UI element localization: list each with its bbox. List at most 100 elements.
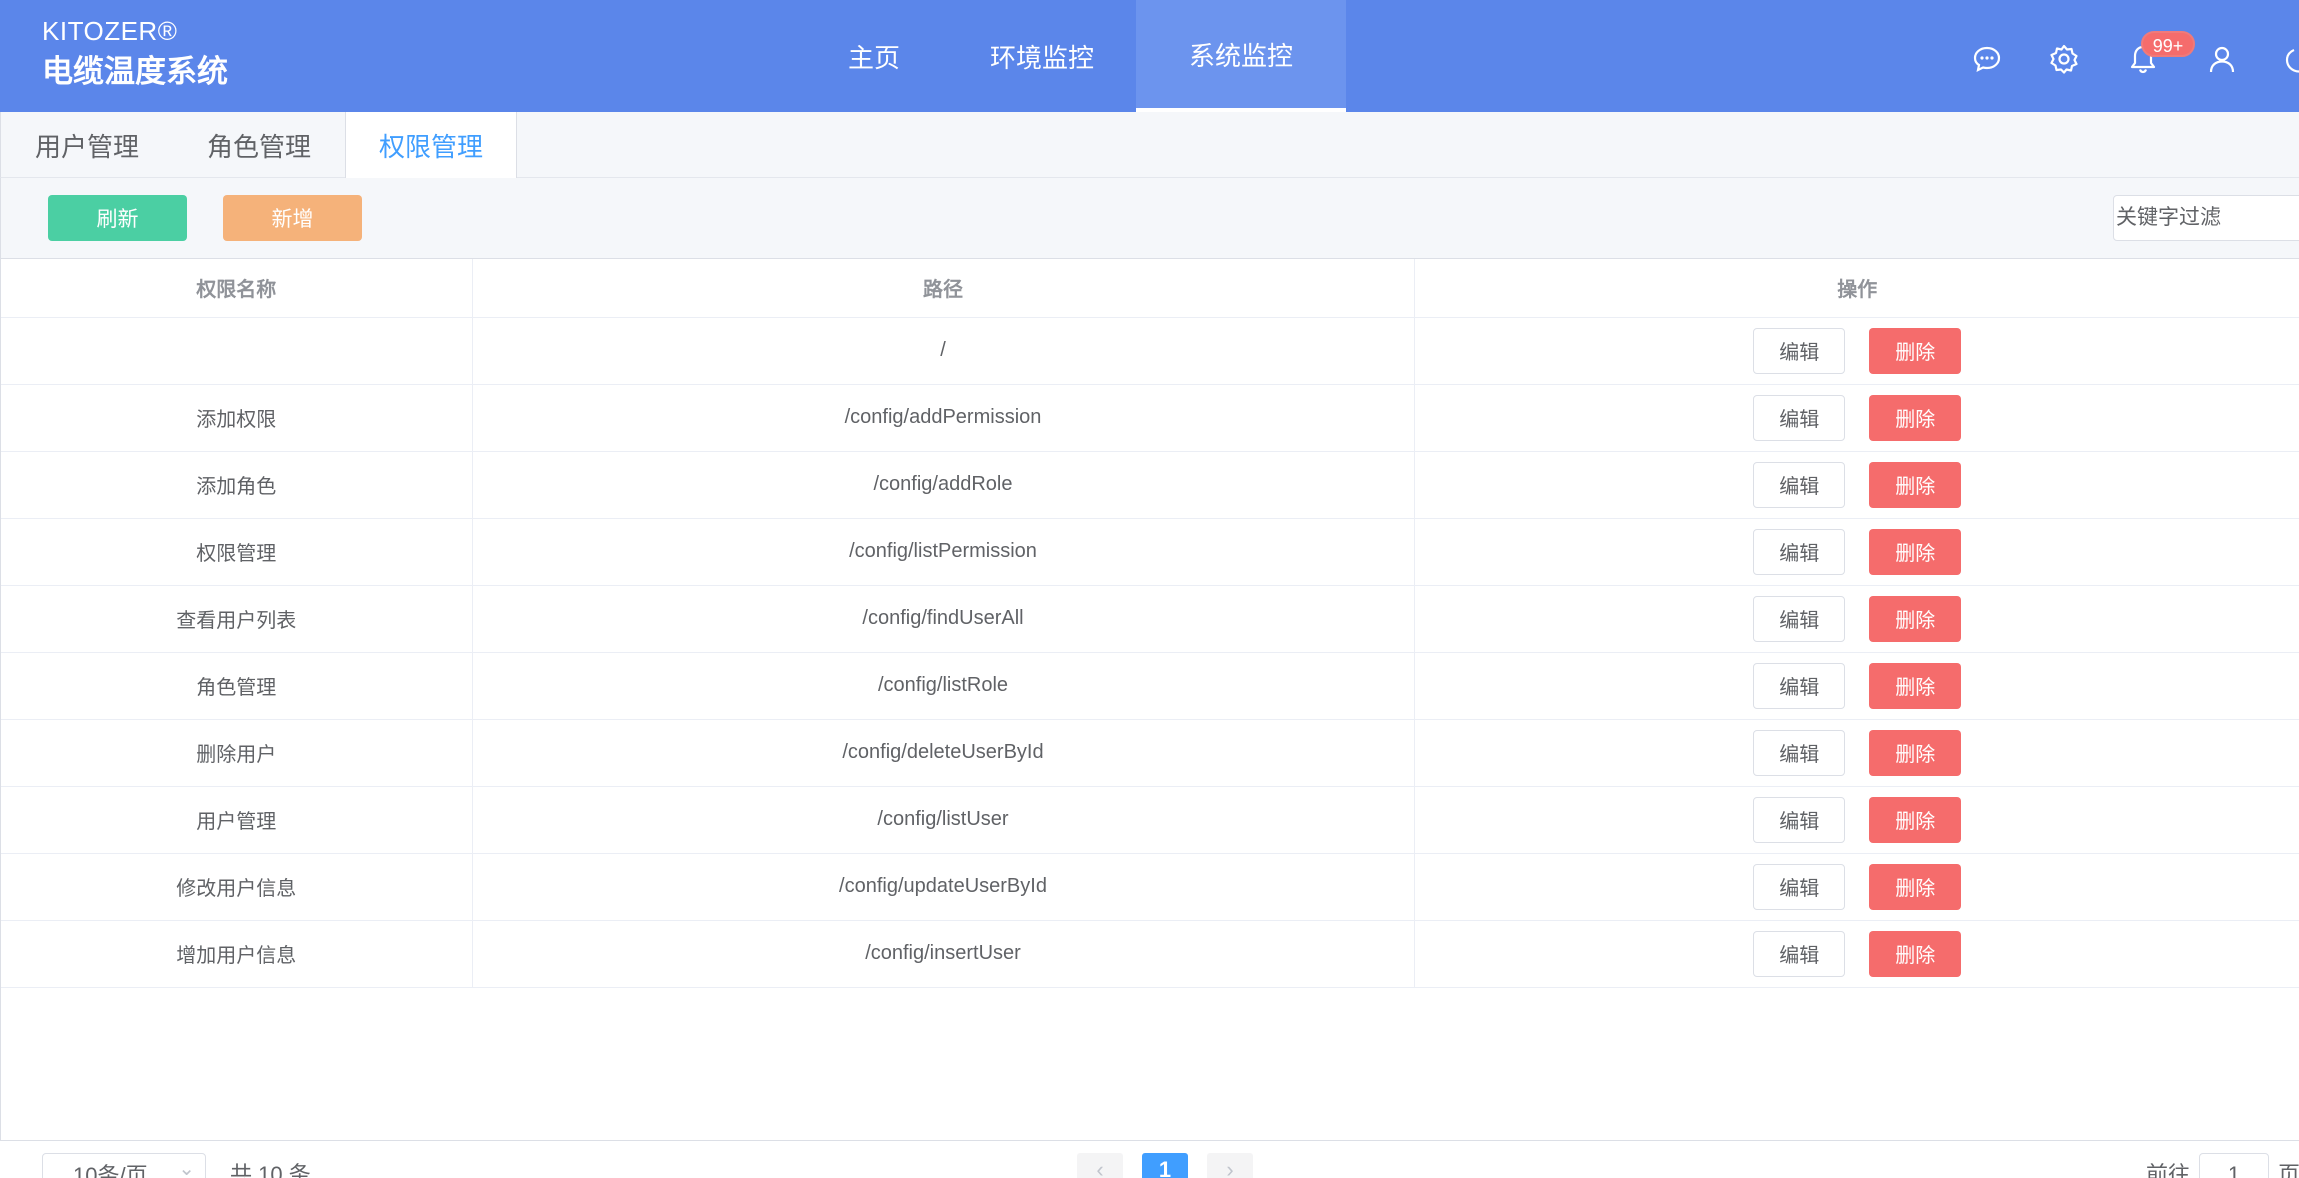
row-actions: 编辑 删除 (1415, 863, 2299, 910)
permission-path-cell: /config/updateUserById (472, 853, 1415, 921)
permission-name-cell: 查看用户列表 (1, 585, 473, 653)
top-header: KITOZER® 电缆温度系统 主页 环境监控 系统监控 99+ (0, 0, 2299, 112)
edit-button[interactable]: 编辑 (1753, 394, 1846, 441)
prev-page-button[interactable]: ‹ (1077, 1153, 1123, 1178)
delete-button[interactable]: 删除 (1869, 729, 1962, 776)
power-icon[interactable] (2284, 44, 2299, 74)
permission-path-cell: /config/listPermission (472, 518, 1415, 586)
delete-button[interactable]: 删除 (1869, 528, 1962, 575)
actions-cell: 编辑 删除 (1414, 317, 2299, 385)
table-header-row: 权限名称 路径 操作 (1, 259, 2299, 318)
goto-page-input[interactable] (2199, 1153, 2269, 1178)
table-row: 增加用户信息/config/insertUser 编辑 删除 (1, 920, 2299, 988)
settings-icon[interactable] (2049, 44, 2079, 74)
table-row: / 编辑 删除 (1, 317, 2299, 385)
goto-label: 前往 (2146, 1162, 2191, 1178)
permission-path-cell: /config/addRole (472, 451, 1415, 519)
edit-button[interactable]: 编辑 (1753, 327, 1846, 374)
brand: KITOZER® 电缆温度系统 (42, 14, 228, 92)
actions-cell: 编辑 删除 (1414, 920, 2299, 988)
message-icon[interactable] (1972, 44, 2002, 74)
row-actions: 编辑 删除 (1415, 528, 2299, 575)
table-row: 添加角色/config/addRole 编辑 删除 (1, 451, 2299, 519)
permission-name-cell (1, 317, 473, 385)
permission-name-cell: 添加角色 (1, 451, 473, 519)
sub-tabs: 用户管理 角色管理 权限管理 (0, 112, 2299, 179)
nav-environment-monitor[interactable]: 环境监控 (948, 0, 1136, 112)
permission-path-cell: /config/findUserAll (472, 585, 1415, 653)
permission-path-cell: /config/insertUser (472, 920, 1415, 988)
row-actions: 编辑 删除 (1415, 662, 2299, 709)
main-nav: 主页 环境监控 系统监控 (800, 0, 1346, 112)
refresh-button[interactable]: 刷新 (48, 195, 187, 241)
delete-button[interactable]: 删除 (1869, 595, 1962, 642)
actions-cell: 编辑 删除 (1414, 585, 2299, 653)
table-row: 权限管理/config/listPermission 编辑 删除 (1, 518, 2299, 586)
edit-button[interactable]: 编辑 (1753, 595, 1846, 642)
edit-button[interactable]: 编辑 (1753, 796, 1846, 843)
table-row: 查看用户列表/config/findUserAll 编辑 删除 (1, 585, 2299, 653)
tab-user-management[interactable]: 用户管理 (1, 112, 173, 178)
delete-button[interactable]: 删除 (1869, 662, 1962, 709)
goto-suffix: 页 (2278, 1162, 2299, 1178)
table-row: 用户管理/config/listUser 编辑 删除 (1, 786, 2299, 854)
notification-badge: 99+ (2141, 31, 2195, 57)
add-button[interactable]: 新增 (223, 195, 362, 241)
tab-role-management[interactable]: 角色管理 (173, 112, 345, 178)
row-actions: 编辑 删除 (1415, 930, 2299, 977)
system-title: 电缆温度系统 (42, 54, 228, 89)
permission-name-cell: 修改用户信息 (1, 853, 473, 921)
total-count: 共 10 条 (230, 1162, 311, 1178)
delete-button[interactable]: 删除 (1869, 796, 1962, 843)
permission-path-cell: / (472, 317, 1415, 385)
table-row: 删除用户/config/deleteUserById 编辑 删除 (1, 719, 2299, 787)
permission-path-cell: /config/addPermission (472, 384, 1415, 452)
keyword-filter-input[interactable] (2113, 195, 2299, 241)
nav-home[interactable]: 主页 (800, 0, 948, 112)
row-actions: 编辑 删除 (1415, 796, 2299, 843)
toolbar: 刷新 新增 (0, 178, 2299, 258)
delete-button[interactable]: 删除 (1869, 461, 1962, 508)
edit-button[interactable]: 编辑 (1753, 528, 1846, 575)
column-header-name: 权限名称 (1, 259, 473, 318)
chevron-down-icon: ⌄ (178, 1158, 195, 1178)
permission-path-cell: /config/deleteUserById (472, 719, 1415, 787)
user-icon[interactable] (2207, 44, 2237, 74)
edit-button[interactable]: 编辑 (1753, 863, 1846, 910)
actions-cell: 编辑 删除 (1414, 652, 2299, 720)
nav-system-monitor[interactable]: 系统监控 (1136, 0, 1346, 112)
delete-button[interactable]: 删除 (1869, 930, 1962, 977)
permission-name-cell: 添加权限 (1, 384, 473, 452)
table-row: 角色管理/config/listRole 编辑 删除 (1, 652, 2299, 720)
permission-name-cell: 增加用户信息 (1, 920, 473, 988)
delete-button[interactable]: 删除 (1869, 394, 1962, 441)
permission-table: 权限名称 路径 操作 / 编辑 删除 添加权限/config/addPermissio… (0, 258, 2299, 1140)
tab-permission-management[interactable]: 权限管理 (345, 112, 517, 179)
delete-button[interactable]: 删除 (1869, 863, 1962, 910)
actions-cell: 编辑 删除 (1414, 719, 2299, 787)
table-row: 添加权限/config/addPermission 编辑 删除 (1, 384, 2299, 452)
pagination: 10条/页 ⌄ 共 10 条 ‹ 1 › 前往 页 (0, 1140, 2299, 1178)
actions-cell: 编辑 删除 (1414, 518, 2299, 586)
page-size-select[interactable]: 10条/页 ⌄ (42, 1153, 206, 1178)
delete-button[interactable]: 删除 (1869, 327, 1962, 374)
next-page-button[interactable]: › (1207, 1153, 1253, 1178)
row-actions: 编辑 删除 (1415, 461, 2299, 508)
edit-button[interactable]: 编辑 (1753, 461, 1846, 508)
brand-name: KITOZER® (42, 16, 178, 46)
table-row: 修改用户信息/config/updateUserById 编辑 删除 (1, 853, 2299, 921)
edit-button[interactable]: 编辑 (1753, 662, 1846, 709)
page-size-value: 10条/页 (73, 1163, 148, 1178)
actions-cell: 编辑 删除 (1414, 384, 2299, 452)
row-actions: 编辑 删除 (1415, 729, 2299, 776)
column-header-path: 路径 (472, 259, 1415, 318)
permission-name-cell: 权限管理 (1, 518, 473, 586)
permission-path-cell: /config/listRole (472, 652, 1415, 720)
row-actions: 编辑 删除 (1415, 595, 2299, 642)
column-header-actions: 操作 (1414, 259, 2299, 318)
edit-button[interactable]: 编辑 (1753, 930, 1846, 977)
edit-button[interactable]: 编辑 (1753, 729, 1846, 776)
permission-name-cell: 用户管理 (1, 786, 473, 854)
permission-name-cell: 角色管理 (1, 652, 473, 720)
page-number-current[interactable]: 1 (1142, 1153, 1188, 1178)
